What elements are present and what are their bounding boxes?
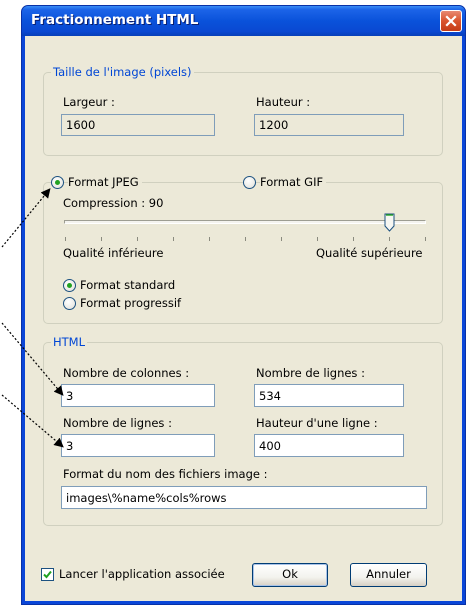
stage: Fractionnement HTML Taille de l'image (p… xyxy=(0,0,473,608)
annotation-arrow-rows xyxy=(1,394,64,448)
annotation-arrow-columns xyxy=(1,322,64,396)
annotation-arrow-format xyxy=(1,188,51,248)
annotation-arrows xyxy=(1,188,64,448)
